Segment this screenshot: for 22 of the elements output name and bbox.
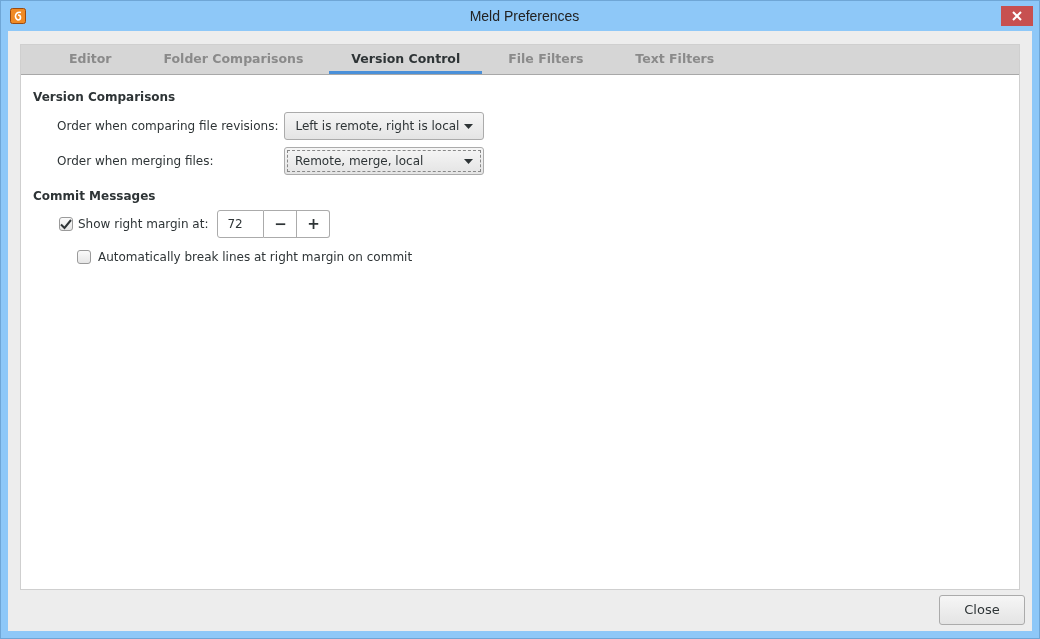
app-logo-icon bbox=[10, 8, 26, 24]
checkbox-label: Show right margin at: bbox=[78, 216, 209, 233]
checkbox[interactable] bbox=[77, 250, 91, 264]
field-label: Order when merging files: bbox=[57, 153, 215, 170]
section-heading: Commit Messages bbox=[33, 188, 157, 205]
close-icon bbox=[1012, 10, 1022, 21]
window-title: Meld Preferences bbox=[469, 6, 580, 26]
checkbox[interactable] bbox=[59, 217, 73, 231]
dropdown[interactable]: Remote, merge, local bbox=[284, 147, 484, 175]
number-field[interactable]: 72 bbox=[217, 210, 265, 238]
caret-icon bbox=[464, 123, 474, 129]
checkbox-label: Automatically break lines at right margin on commit bbox=[98, 249, 413, 266]
close-window-button[interactable] bbox=[1001, 5, 1033, 26]
dropdown[interactable]: Left is remote, right is local bbox=[284, 112, 485, 140]
caret-icon bbox=[464, 158, 473, 164]
tab[interactable]: Version Control bbox=[329, 45, 483, 74]
increment-button[interactable]: + bbox=[297, 210, 331, 238]
close-button[interactable]: Close bbox=[939, 595, 1025, 625]
checkmark-icon bbox=[60, 218, 72, 230]
field-label: Order when comparing file revisions: bbox=[57, 118, 280, 135]
section-heading: Version Comparisons bbox=[33, 89, 177, 106]
decrement-button[interactable]: − bbox=[264, 210, 298, 238]
